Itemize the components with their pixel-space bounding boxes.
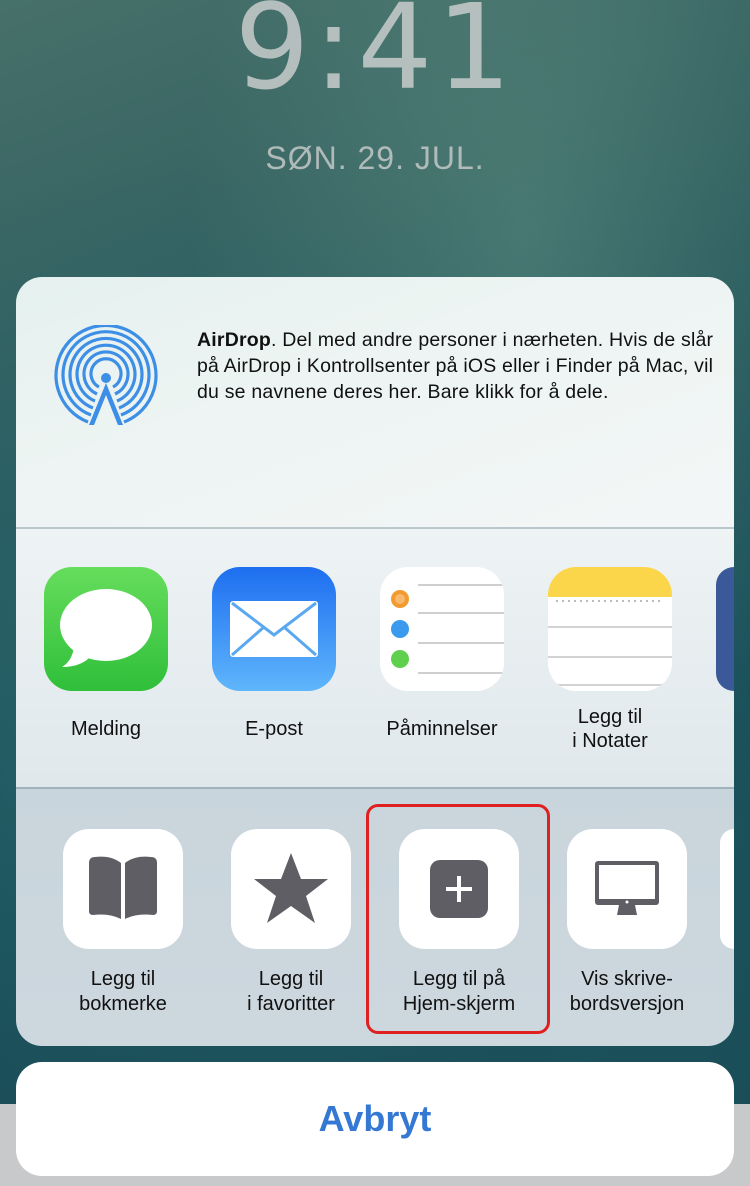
airdrop-section[interactable]: AirDrop. Del med andre personer i nærhet… (16, 277, 734, 527)
lockscreen-date: SØN. 29. JUL. (265, 140, 485, 176)
action-label-request-desktop-site-line2: bordsversjon (569, 993, 685, 1015)
app-label-messages: Melding (70, 718, 142, 740)
highlight-box (366, 804, 550, 1034)
airdrop-description-text: . Del med andre personer i nærheten. Hvi… (197, 329, 714, 403)
app-reminders[interactable]: Påminnelser (377, 567, 507, 741)
action-label-add-bookmark-line2: bokmerke (79, 993, 167, 1015)
action-label-add-favorites-line2: i favoritter (247, 993, 335, 1015)
bookmark-book-icon (63, 829, 183, 949)
partial-app-icon[interactable] (716, 567, 734, 691)
app-label-mail: E-post (245, 718, 303, 740)
mail-icon (212, 567, 336, 691)
app-label-notes-line2: i Notater (572, 730, 648, 752)
action-label-request-desktop-site-line1: Vis skrive- (581, 968, 673, 990)
airdrop-icon (54, 325, 158, 425)
action-add-favorites[interactable]: Legg til i favoritter (216, 829, 366, 1017)
app-mail[interactable]: E-post (209, 567, 339, 741)
action-label-add-favorites-line1: Legg til (258, 968, 324, 990)
action-label-add-bookmark-line1: Legg til (90, 968, 156, 990)
action-label-add-favorites: Legg til i favoritter (216, 967, 366, 1017)
share-apps-row[interactable]: Melding E-post Påminnelser Legg til i No… (16, 529, 734, 787)
action-add-bookmark[interactable]: Legg til bokmerke (48, 829, 198, 1017)
star-icon (231, 829, 351, 949)
reminders-icon (380, 567, 504, 691)
cancel-button[interactable]: Avbryt (16, 1062, 734, 1176)
lockscreen-time: 9:41 (234, 0, 516, 116)
airdrop-title: AirDrop (197, 329, 271, 351)
airdrop-description: AirDrop. Del med andre personer i nærhet… (197, 327, 717, 405)
action-label-request-desktop-site: Vis skrive- bordsversjon (552, 967, 702, 1017)
action-request-desktop-site[interactable]: Vis skrive- bordsversjon (552, 829, 702, 1017)
app-label-notes: Legg til i Notater (545, 705, 675, 753)
notes-icon (548, 567, 672, 691)
action-label-add-bookmark: Legg til bokmerke (48, 967, 198, 1017)
app-messages[interactable]: Melding (41, 567, 171, 741)
desktop-monitor-icon (567, 829, 687, 949)
cancel-button-label: Avbryt (318, 1098, 432, 1139)
app-label-notes-line1: Legg til (577, 706, 643, 728)
messages-icon (44, 567, 168, 691)
app-notes[interactable]: Legg til i Notater (545, 567, 675, 753)
app-label-reminders: Påminnelser (386, 718, 498, 740)
partial-action-tile[interactable] (720, 829, 734, 949)
